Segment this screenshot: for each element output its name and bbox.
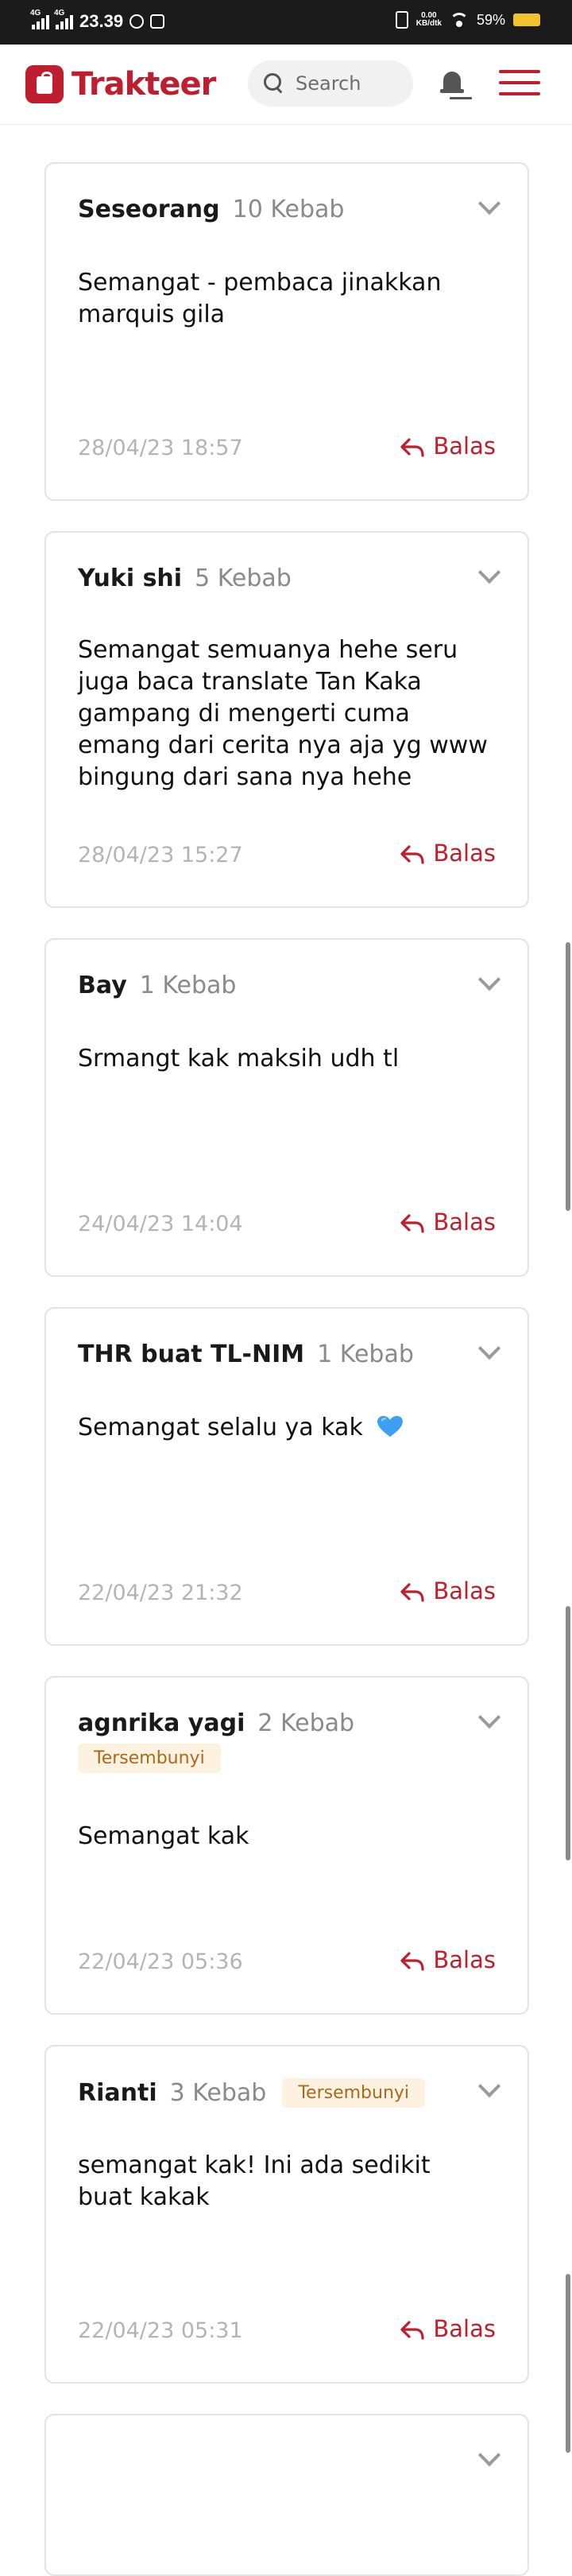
chevron-down-icon[interactable]: [477, 1705, 501, 1729]
comment-message: semangat kak! Ini ada sedikit buat kakak: [78, 2151, 431, 2211]
comment-time: 22/04/23 05:36: [78, 1949, 243, 1974]
comment-header: Bay 1 Kebab: [78, 972, 480, 999]
reply-label: Balas: [433, 840, 496, 867]
status-bar-right: 0.00 KB/dtk 59%: [395, 11, 540, 29]
reply-arrow-icon: [400, 844, 424, 864]
reply-label: Balas: [433, 1208, 496, 1236]
search-bar[interactable]: [248, 60, 413, 107]
whatsapp-icon: [129, 14, 145, 29]
supporter-name: Rianti: [78, 2079, 157, 2107]
chevron-down-icon[interactable]: [477, 192, 501, 215]
chevron-down-icon[interactable]: [477, 2074, 501, 2098]
supporter-name: THR buat TL-NIM: [78, 1340, 305, 1368]
reply-button[interactable]: Balas: [400, 433, 496, 460]
hamburger-menu-icon[interactable]: [499, 67, 540, 99]
comment-header: Yuki shi 5 Kebab: [78, 564, 480, 592]
hidden-badge: Tersembunyi: [282, 2078, 426, 2108]
trakteer-logo[interactable]: Trakteer: [25, 65, 216, 103]
reply-arrow-icon: [400, 1950, 424, 1971]
notification-app-icon: [150, 14, 165, 29]
reply-button[interactable]: Balas: [400, 1946, 496, 1973]
blue-heart-icon: [377, 1415, 404, 1437]
kebab-count: 5 Kebab: [195, 564, 292, 592]
reply-label: Balas: [433, 2315, 496, 2342]
comment-header: THR buat TL-NIM 1 Kebab: [78, 1340, 480, 1368]
chevron-down-icon[interactable]: [477, 1336, 501, 1360]
kebab-count: 1 Kebab: [317, 1340, 414, 1368]
comment-card: Seseorang 10 Kebab Semangat - pembaca ji…: [44, 162, 529, 501]
data-speed: 0.00 KB/dtk: [416, 12, 442, 28]
chevron-down-icon[interactable]: [477, 561, 501, 584]
scrollbar-thumb[interactable]: [566, 942, 570, 1211]
kebab-count: 2 Kebab: [257, 1709, 355, 1737]
battery-percent: 59%: [476, 11, 505, 28]
comment-time: 24/04/23 14:04: [78, 1212, 243, 1236]
hidden-badge: Tersembunyi: [78, 1744, 221, 1773]
comment-card: [44, 2414, 529, 2576]
reply-button[interactable]: Balas: [400, 1577, 496, 1604]
supporter-name: agnrika yagi: [78, 1709, 245, 1737]
comment-card: Yuki shi 5 Kebab Semangat semuanya hehe …: [44, 531, 529, 908]
comment-time: 22/04/23 21:32: [78, 1581, 243, 1605]
vibrate-icon: [395, 11, 408, 29]
comment-message: Semangat kak: [78, 1822, 249, 1850]
scrollbar-thumb[interactable]: [566, 1606, 570, 1860]
reply-button[interactable]: Balas: [400, 840, 496, 867]
comment-message: Semangat selalu ya kak: [78, 1412, 489, 1444]
kebab-count: 1 Kebab: [139, 972, 237, 999]
logo-text: Trakteer: [72, 66, 216, 103]
comment-message: Semangat - pembaca jinakkan marquis gila: [78, 269, 442, 328]
reply-button[interactable]: Balas: [400, 2315, 496, 2342]
search-input[interactable]: [294, 72, 408, 95]
reply-label: Balas: [433, 433, 496, 460]
kebab-count: 3 Kebab: [169, 2079, 267, 2107]
comment-message: Semangat semuanya hehe seru juga baca tr…: [78, 636, 488, 791]
reply-arrow-icon: [400, 1581, 424, 1602]
supporter-name: Bay: [78, 972, 127, 999]
supporter-name: Yuki shi: [78, 564, 183, 592]
reply-label: Balas: [433, 1946, 496, 1973]
comment-card: Rianti 3 Kebab Tersembunyi semangat kak!…: [44, 2045, 529, 2384]
search-icon: [264, 73, 284, 94]
scrollbar[interactable]: [566, 127, 572, 2453]
app-header: Trakteer: [0, 45, 572, 125]
comment-card: THR buat TL-NIM 1 Kebab Semangat selalu …: [44, 1307, 529, 1646]
bell-icon[interactable]: [437, 67, 469, 102]
comment-time: 28/04/23 18:57: [78, 436, 243, 460]
comment-text: Semangat selalu ya kak: [78, 1414, 363, 1441]
status-bar: 4G 4G 23.39 0.00 KB/dtk 59%: [0, 0, 572, 45]
trakteer-logo-icon: [25, 65, 64, 103]
data-speed-unit: KB/dtk: [415, 19, 442, 28]
comment-time: 22/04/23 05:31: [78, 2318, 243, 2343]
scrollbar-thumb[interactable]: [566, 2274, 570, 2453]
comment-header: agnrika yagi 2 Kebab Tersembunyi: [78, 1709, 480, 1773]
status-bar-left: 4G 4G 23.39: [30, 9, 165, 32]
reply-label: Balas: [433, 1577, 496, 1604]
comment-header: Rianti 3 Kebab Tersembunyi: [78, 2078, 480, 2108]
chevron-down-icon[interactable]: [477, 2443, 501, 2467]
comment-card: Bay 1 Kebab Srmangt kak maksih udh tl 24…: [44, 938, 529, 1277]
signal-icon: 4G: [30, 9, 49, 29]
supporter-name: Seseorang: [78, 196, 220, 223]
comment-message: Srmangt kak maksih udh tl: [78, 1045, 400, 1073]
signal-icon: 4G: [54, 9, 73, 29]
reply-arrow-icon: [400, 2319, 424, 2340]
chevron-down-icon[interactable]: [477, 968, 501, 991]
battery-icon: [513, 14, 540, 26]
wifi-icon: [449, 13, 469, 27]
status-time: 23.39: [79, 11, 124, 31]
reply-arrow-icon: [400, 1212, 424, 1233]
comment-card: agnrika yagi 2 Kebab Tersembunyi Semanga…: [44, 1676, 529, 2015]
reply-arrow-icon: [400, 436, 424, 457]
reply-button[interactable]: Balas: [400, 1208, 496, 1236]
comment-time: 28/04/23 15:27: [78, 843, 243, 867]
comment-header: Seseorang 10 Kebab: [78, 196, 480, 223]
kebab-count: 10 Kebab: [232, 196, 345, 223]
